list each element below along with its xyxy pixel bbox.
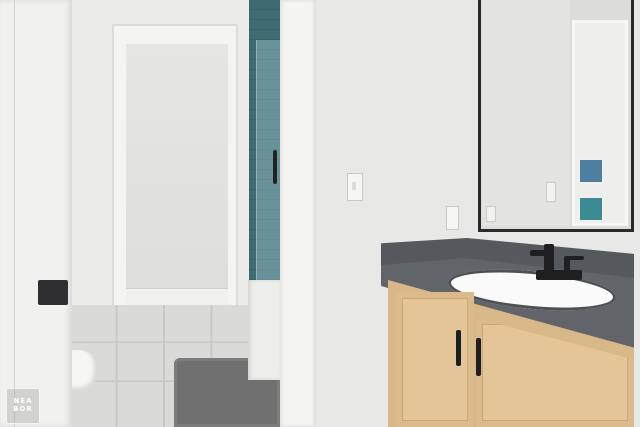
watermark-line-1: NEA xyxy=(13,397,33,405)
mirror-reflection-artwork-2 xyxy=(578,196,604,222)
hallway-back-room xyxy=(126,44,228,316)
door-hinge xyxy=(38,280,68,305)
watermark-logo: NEA BOR xyxy=(6,388,40,424)
shower-glass xyxy=(256,40,281,282)
watermark-line-2: BOR xyxy=(13,405,33,413)
cabinet-handle-right xyxy=(476,338,481,376)
mirror-reflection-wall xyxy=(482,0,570,226)
door-panel-line xyxy=(14,0,15,427)
bathroom-photo: NEA BOR xyxy=(0,0,640,427)
door-frame-trim xyxy=(280,0,316,427)
wall-outlet xyxy=(446,206,459,230)
shower-curb xyxy=(248,280,280,380)
mirror-reflection-outlet xyxy=(546,182,556,202)
cabinet-handle-left xyxy=(456,330,461,366)
mirror-reflection-outlet-2 xyxy=(486,206,496,222)
shower-door-handle xyxy=(273,150,277,184)
mirror-reflection-artwork-1 xyxy=(578,158,604,184)
open-door xyxy=(0,0,72,427)
cabinet-door-left xyxy=(396,292,474,427)
light-switch-toggle xyxy=(352,182,356,190)
faucet-icon xyxy=(530,244,584,280)
faucet xyxy=(528,240,588,284)
